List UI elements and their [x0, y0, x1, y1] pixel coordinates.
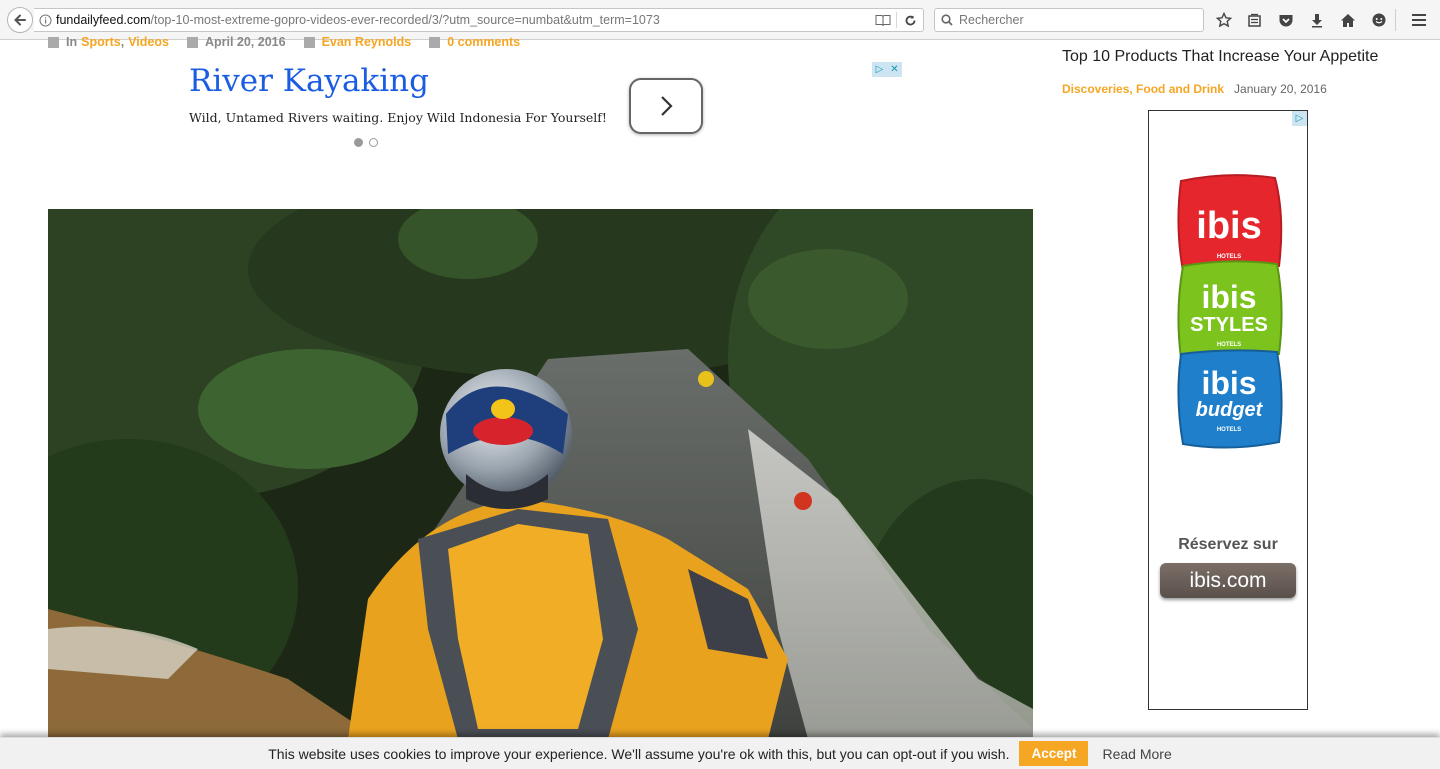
- calendar-icon: [186, 36, 198, 48]
- pocket-icon[interactable]: [1270, 8, 1301, 32]
- kayaker-photo: [48, 209, 1033, 739]
- pillow-ibis-budget: ibis budget HOTELS: [1177, 349, 1283, 449]
- ibis-com-button[interactable]: ibis.com: [1160, 563, 1296, 598]
- category-link-sports[interactable]: Sports: [81, 35, 121, 49]
- comment-icon: [429, 36, 441, 48]
- chevron-right-icon: [661, 96, 673, 116]
- post-date-text: April 20, 2016: [204, 35, 286, 49]
- sidebar-post-meta: Discoveries, Food and Drink January 20, …: [1062, 82, 1327, 96]
- pencil-icon: [303, 36, 315, 48]
- ad-dot[interactable]: [369, 138, 378, 147]
- sidebar-post-title[interactable]: Top 10 Products That Increase Your Appet…: [1062, 48, 1378, 66]
- ad-dot-active[interactable]: [354, 138, 363, 147]
- search-placeholder: Rechercher: [959, 13, 1024, 27]
- top-ad[interactable]: River Kayaking Wild, Untamed Rivers wait…: [180, 60, 905, 160]
- read-more-link[interactable]: Read More: [1102, 746, 1171, 762]
- library-icon[interactable]: [1239, 8, 1270, 32]
- hamburger-icon: [1412, 14, 1426, 26]
- pillow-3-style: budget: [1196, 399, 1264, 421]
- arrow-left-icon: [14, 14, 26, 26]
- browser-toolbar: fundailyfeed.com/top-10-most-extreme-gop…: [0, 0, 1440, 40]
- folder-icon: [48, 36, 59, 48]
- cookie-banner: This website uses cookies to improve you…: [0, 737, 1440, 769]
- pillow-2-brand: ibis: [1201, 279, 1256, 315]
- chat-icon[interactable]: [1363, 8, 1394, 32]
- download-icon[interactable]: [1301, 8, 1332, 32]
- accept-button[interactable]: Accept: [1019, 741, 1089, 766]
- post-meta: In Sports, Videos April 20, 2016 Evan Re…: [48, 35, 538, 49]
- post-comments: 0 comments: [429, 35, 520, 49]
- reader-view-icon[interactable]: [870, 14, 896, 26]
- cookie-text: This website uses cookies to improve you…: [268, 745, 1010, 762]
- back-button[interactable]: [7, 7, 33, 33]
- ibis-pillows: ibis HOTELS ibis STYLES HOTELS ibis budg…: [1177, 174, 1283, 449]
- pillow-1-brand: ibis: [1196, 205, 1261, 247]
- pillow-3-brand: ibis: [1201, 365, 1256, 401]
- post-date: April 20, 2016: [186, 35, 286, 49]
- comments-link[interactable]: 0 comments: [447, 35, 520, 49]
- post-author: Evan Reynolds: [303, 35, 412, 49]
- category-link-videos[interactable]: Videos: [128, 35, 169, 49]
- pillow-1-sub: HOTELS: [1217, 254, 1241, 260]
- sidebar-post-categories[interactable]: Discoveries, Food and Drink: [1062, 82, 1224, 96]
- url-bar[interactable]: fundailyfeed.com/top-10-most-extreme-gop…: [34, 8, 924, 32]
- ad-title[interactable]: River Kayaking: [189, 63, 429, 99]
- adchoices-icon[interactable]: ▷: [1292, 111, 1307, 126]
- ad-choices[interactable]: ▷ ✕: [872, 62, 902, 77]
- reserve-text: Réservez sur: [1178, 536, 1278, 553]
- toolbar-divider: [1395, 9, 1396, 31]
- side-ad[interactable]: ▷ ibis HOTELS ibis STYLES HOTELS ibis bu…: [1148, 110, 1308, 710]
- ad-description: Wild, Untamed Rivers waiting. Enjoy Wild…: [189, 110, 607, 125]
- info-icon[interactable]: [34, 14, 56, 27]
- url-path: /top-10-most-extreme-gopro-videos-ever-r…: [150, 13, 660, 27]
- in-label: In: [66, 35, 78, 49]
- author-link[interactable]: Evan Reynolds: [322, 35, 412, 49]
- hero-image: [48, 209, 1033, 739]
- post-categories: In Sports, Videos: [48, 35, 169, 49]
- adchoices-icon[interactable]: ▷: [872, 62, 887, 77]
- menu-button[interactable]: [1404, 8, 1434, 32]
- sidebar-post-date: January 20, 2016: [1234, 82, 1327, 96]
- category-separator: ,: [120, 35, 125, 49]
- url-text[interactable]: fundailyfeed.com/top-10-most-extreme-gop…: [56, 13, 870, 27]
- pillow-2-style: STYLES: [1190, 314, 1268, 336]
- home-icon[interactable]: [1332, 8, 1363, 32]
- pillow-2-sub: HOTELS: [1217, 342, 1241, 348]
- reload-icon[interactable]: [897, 14, 923, 27]
- url-host: fundailyfeed.com: [56, 13, 151, 27]
- pillow-3-sub: HOTELS: [1217, 427, 1241, 433]
- ad-pagination: [354, 138, 384, 147]
- ad-close-icon[interactable]: ✕: [887, 62, 902, 77]
- star-icon[interactable]: [1208, 8, 1239, 32]
- search-icon: [935, 14, 959, 26]
- pillow-ibis-styles: ibis STYLES HOTELS: [1177, 260, 1283, 361]
- ad-next-button[interactable]: [629, 78, 703, 134]
- pillow-ibis: ibis HOTELS: [1177, 174, 1283, 274]
- toolbar-icons: [1208, 8, 1394, 32]
- search-bar[interactable]: Rechercher: [934, 8, 1204, 32]
